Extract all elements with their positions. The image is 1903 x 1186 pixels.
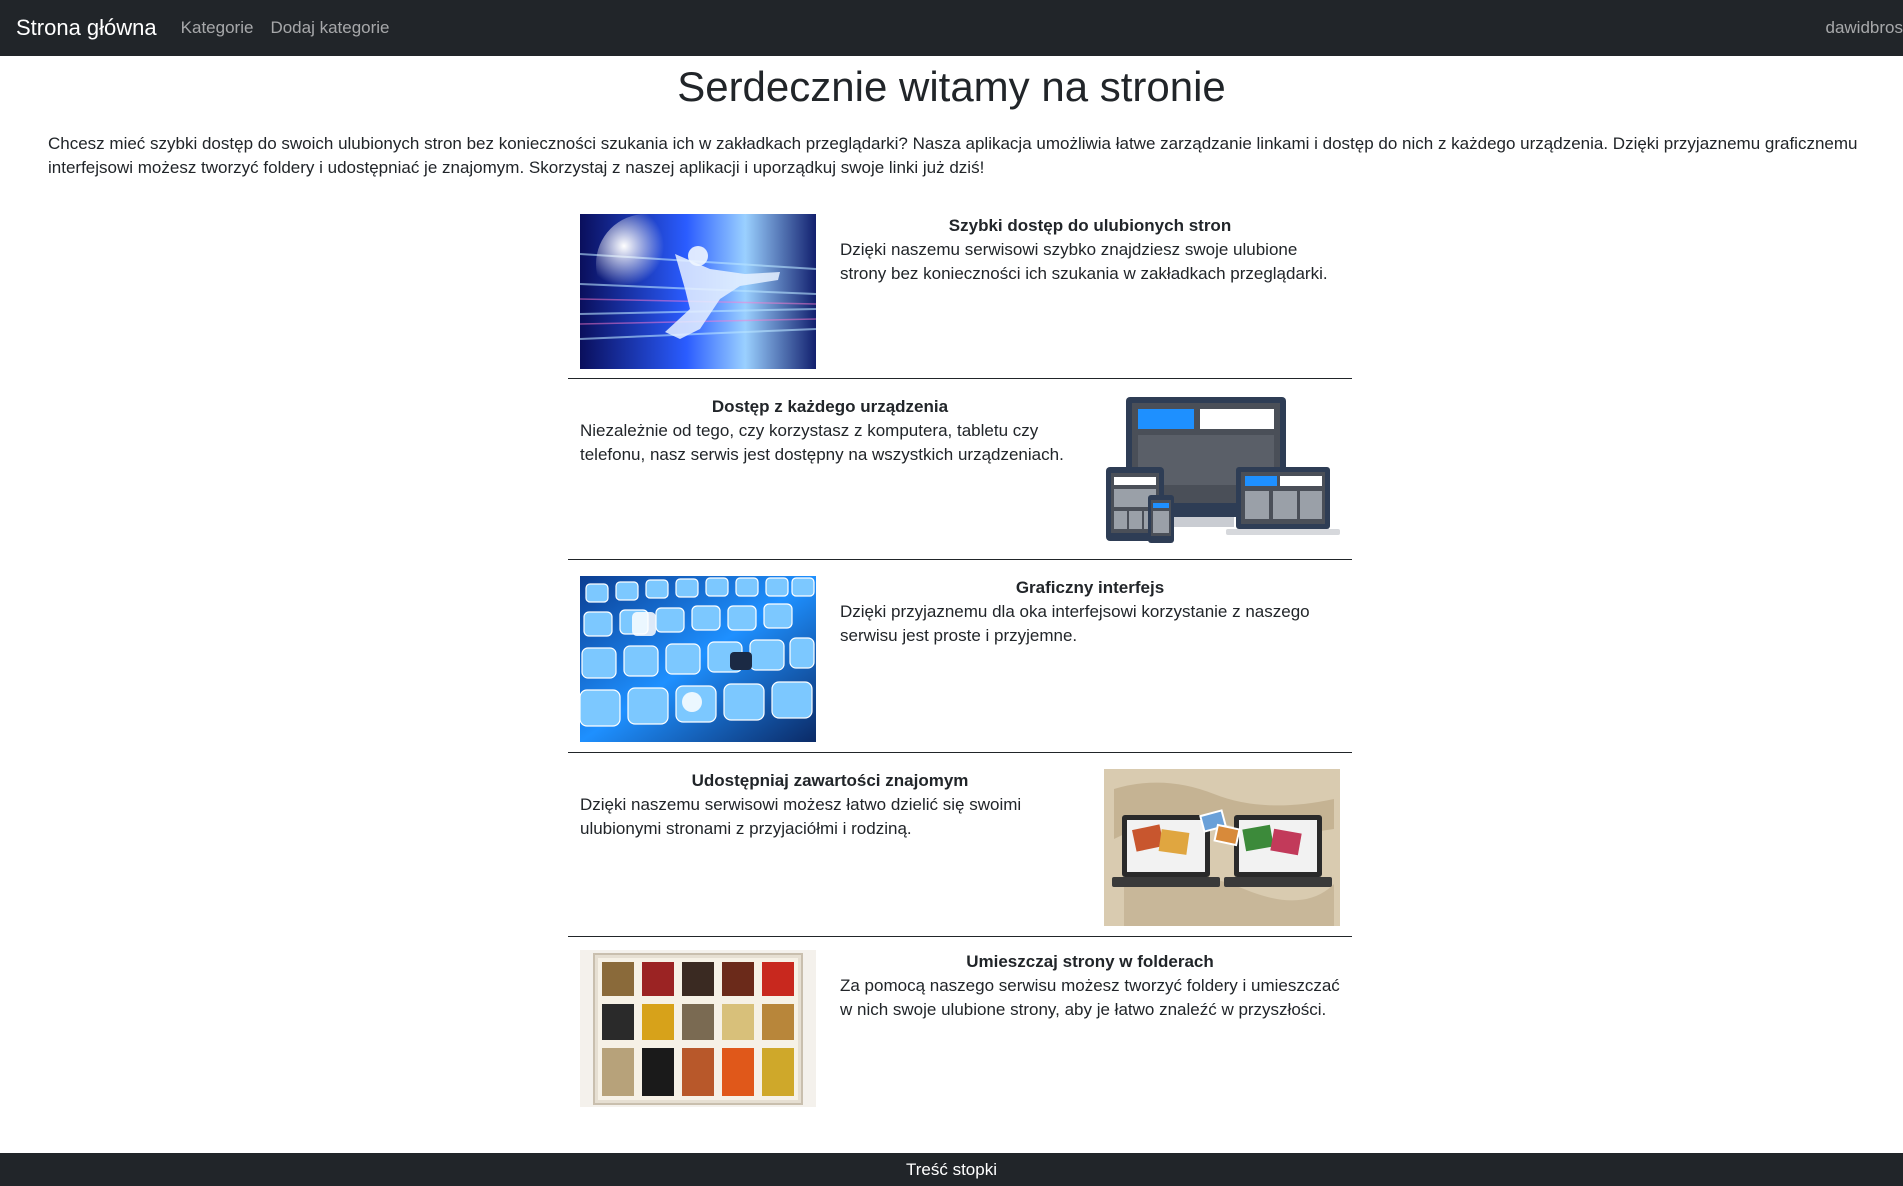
- feature-title: Udostępniaj zawartości znajomym: [691, 771, 969, 790]
- feature-text: Graficzny interfejs Dzięki przyjaznemu d…: [840, 576, 1340, 648]
- feature-title: Graficzny interfejs: [1015, 578, 1165, 597]
- feature-share-content: Udostępniaj zawartości znajomym Dzięki n…: [568, 753, 1352, 937]
- feature-description: Dzięki przyjaznemu dla oka interfejsowi …: [840, 602, 1310, 645]
- footer-text: Treść stopki: [905, 1159, 997, 1179]
- home-link[interactable]: Strona główna: [16, 15, 157, 41]
- feature-text: Dostęp z każdego urządzenia Niezależnie …: [580, 395, 1080, 467]
- feature-description: Za pomocą naszego serwisu możesz tworzyć…: [840, 976, 1340, 1019]
- user-menu[interactable]: dawidbros: [1826, 0, 1903, 56]
- feature-description: Dzięki naszemu serwisowi możesz łatwo dz…: [580, 795, 1022, 838]
- feature-text: Szybki dostęp do ulubionych stron Dzięki…: [840, 214, 1340, 286]
- feature-title: Umieszczaj strony w folderach: [966, 952, 1214, 971]
- feature-title: Dostęp z każdego urządzenia: [711, 397, 949, 416]
- feature-folders: Umieszczaj strony w folderach Za pomocą …: [568, 937, 1352, 1127]
- feature-graphic-interface: Graficzny interfejs Dzięki przyjaznemu d…: [568, 560, 1352, 753]
- responsive-devices-image: [1104, 395, 1340, 545]
- feature-any-device: Dostęp z każdego urządzenia Niezależnie …: [568, 379, 1352, 560]
- page-title: Serdecznie witamy na stronie: [677, 63, 1226, 110]
- intro-paragraph: Chcesz mieć szybki dostęp do swoich ulub…: [48, 134, 1858, 177]
- app-icons-image: [580, 576, 816, 742]
- nav-link-add-category[interactable]: Dodaj kategorie: [270, 18, 389, 38]
- nav-link-categories[interactable]: Kategorie: [181, 18, 254, 38]
- top-navbar: Strona główna Kategorie Dodaj kategorie …: [0, 0, 1903, 56]
- footer: Treść stopki: [0, 1153, 1903, 1186]
- sharing-laptops-image: [1104, 769, 1340, 926]
- feature-text: Umieszczaj strony w folderach Za pomocą …: [840, 950, 1340, 1022]
- spice-box-image: [580, 950, 816, 1107]
- feature-text: Udostępniaj zawartości znajomym Dzięki n…: [580, 769, 1080, 841]
- feature-title: Szybki dostęp do ulubionych stron: [948, 216, 1232, 235]
- feature-description: Niezależnie od tego, czy korzystasz z ko…: [580, 421, 1064, 464]
- feature-description: Dzięki naszemu serwisowi szybko znajdzie…: [840, 240, 1328, 283]
- speed-runner-image: [580, 214, 816, 369]
- feature-fast-access: Szybki dostęp do ulubionych stron Dzięki…: [568, 205, 1352, 379]
